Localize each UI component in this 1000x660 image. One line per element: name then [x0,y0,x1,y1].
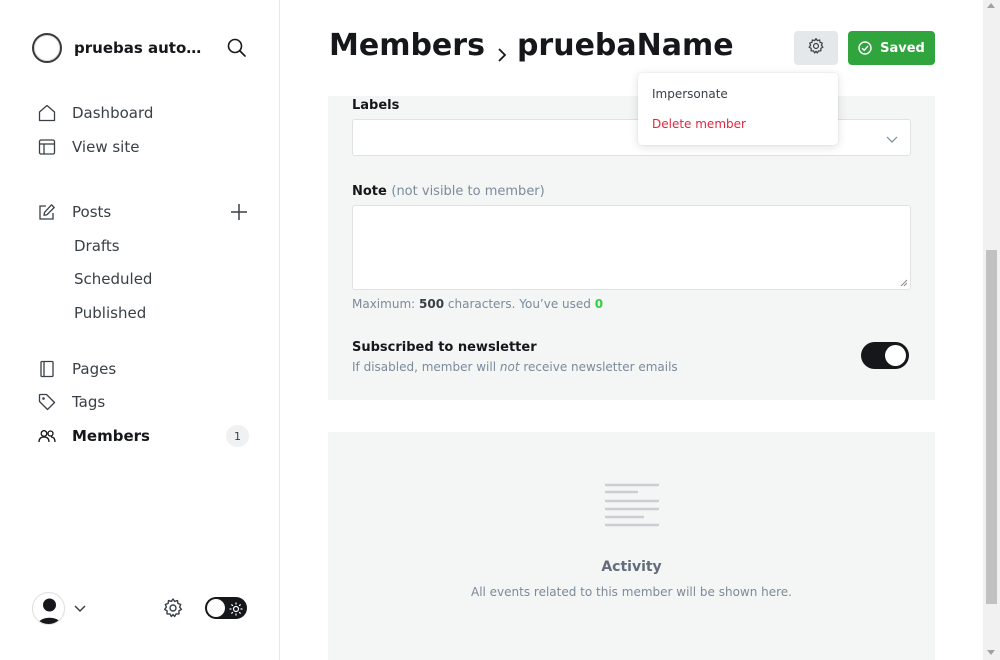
desc-em: not [499,360,520,374]
sidebar-item-published[interactable]: Published [74,304,146,322]
sidebar-item-members[interactable]: Members [38,424,150,448]
hint-mid: characters. You’ve used [447,297,591,311]
chevron-down-icon[interactable] [73,600,87,614]
edit-icon [38,203,56,221]
sidebar-item-label: Members [72,427,150,445]
member-actions-button[interactable] [794,31,838,65]
delete-member-menu-item[interactable]: Delete member [652,117,746,131]
sidebar-item-label: Pages [72,360,117,378]
page-icon [38,360,56,378]
note-character-hint: Maximum: 500 characters. You’ve used 0 [352,297,603,311]
chevron-right-icon [493,37,511,62]
note-label-text: Note [352,184,387,199]
sidebar-item-tags[interactable]: Tags [38,390,105,414]
activity-panel [328,432,935,660]
search-icon[interactable] [226,37,248,59]
sidebar-item-label: Dashboard [72,104,154,122]
check-circle-icon [858,41,880,55]
sidebar-item-posts[interactable]: Posts [38,200,111,224]
scroll-down-arrow-icon[interactable] [987,650,995,655]
layout-icon [38,138,56,156]
sidebar-item-label: Tags [72,393,106,411]
site-name: pruebas automa... [74,39,214,57]
members-count-badge: 1 [226,425,249,447]
sidebar-item-dashboard[interactable]: Dashboard [38,101,153,125]
add-post-plus-icon[interactable] [228,201,250,223]
newsletter-title: Subscribed to newsletter [352,340,537,355]
theme-toggle[interactable] [205,597,247,619]
sidebar-item-pages[interactable]: Pages [38,357,116,381]
toggle-knob [885,345,906,366]
home-icon [38,104,56,122]
activity-title: Activity [601,559,662,575]
scroll-up-arrow-icon[interactable] [987,3,995,8]
site-brand[interactable]: pruebas automa... [32,33,214,63]
user-avatar-icon[interactable] [32,592,65,625]
sidebar-item-scheduled[interactable]: Scheduled [74,270,152,288]
saved-label: Saved [880,40,925,56]
note-textarea[interactable] [352,205,911,290]
note-label: Note (not visible to member) [352,184,545,199]
hint-max: 500 [419,297,445,311]
page-title: Members pruebaName [329,28,734,63]
newsletter-description: If disabled, member will not receive new… [352,360,678,374]
resize-grip-icon[interactable] [900,279,908,287]
hint-used-count: 0 [594,297,604,311]
scrollbar-thumb[interactable] [986,250,997,604]
sidebar-item-label: Posts [72,203,112,221]
gear-icon[interactable] [162,597,184,619]
desc-post: receive newsletter emails [523,360,678,374]
sidebar: pruebas automa... Dashboard View site Po… [0,0,280,660]
members-icon [38,427,56,445]
newsletter-toggle[interactable] [861,342,909,369]
activity-description: All events related to this member will b… [470,585,792,599]
member-name: pruebaName [516,28,734,63]
desc-pre: If disabled, member will [352,360,497,374]
saved-button[interactable]: Saved [848,31,935,65]
hint-prefix: Maximum: [352,297,416,311]
gear-icon [807,37,825,59]
sidebar-item-view-site[interactable]: View site [38,135,139,159]
toggle-knob [207,599,225,617]
sidebar-item-drafts[interactable]: Drafts [74,237,120,255]
sun-icon [229,601,243,616]
breadcrumb-members[interactable]: Members [329,28,485,63]
activity-lines-icon [604,483,660,531]
tag-icon [38,393,56,411]
site-logo-icon [32,33,62,63]
chevron-down-icon [886,136,898,143]
impersonate-menu-item[interactable]: Impersonate [652,87,728,101]
sidebar-item-label: View site [72,138,140,156]
note-sublabel: (not visible to member) [391,184,545,199]
member-actions-dropdown: Impersonate Delete member [638,73,838,145]
labels-label: Labels [352,98,400,113]
